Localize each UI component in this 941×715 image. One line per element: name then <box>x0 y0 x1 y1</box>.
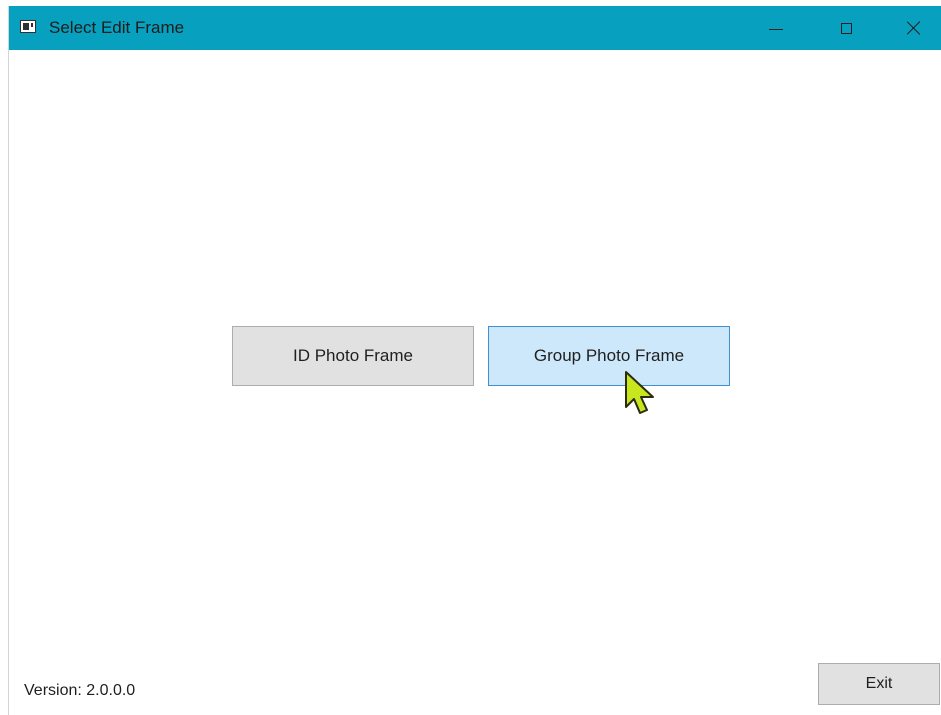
maximize-icon <box>840 22 852 34</box>
close-icon <box>907 21 921 35</box>
id-photo-frame-button[interactable]: ID Photo Frame <box>232 326 474 386</box>
select-edit-frame-window: Select Edit Frame ID Photo Frame Group P… <box>8 6 941 715</box>
mouse-pointer-icon <box>625 371 654 414</box>
maximize-button[interactable] <box>813 6 879 50</box>
version-label: Version: 2.0.0.0 <box>24 682 136 699</box>
app-window-icon <box>20 20 36 33</box>
group-photo-frame-button[interactable]: Group Photo Frame <box>488 326 730 386</box>
minimize-icon <box>769 28 783 30</box>
exit-button[interactable]: Exit <box>818 663 940 705</box>
window-title: Select Edit Frame <box>49 18 185 37</box>
title-bar[interactable]: Select Edit Frame <box>9 6 941 50</box>
close-button[interactable] <box>881 6 941 50</box>
minimize-button[interactable] <box>743 6 809 50</box>
